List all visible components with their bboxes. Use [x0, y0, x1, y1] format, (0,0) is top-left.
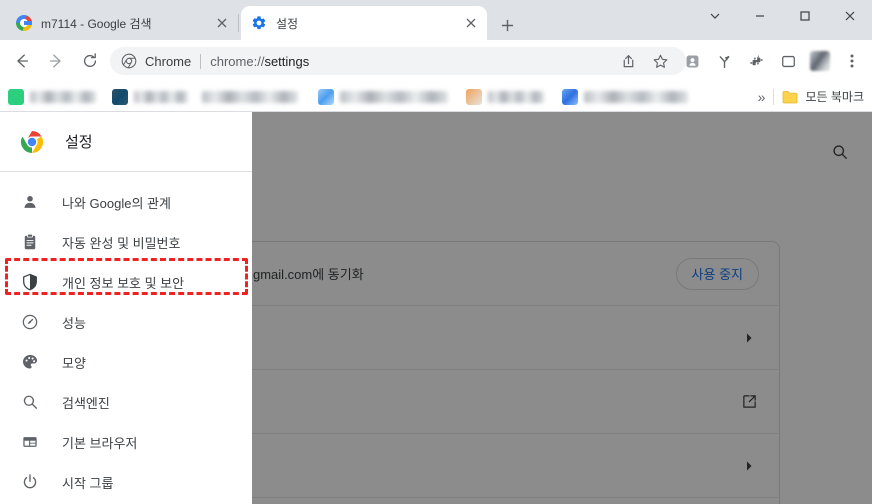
extensions-puzzle-icon[interactable] — [742, 47, 770, 75]
close-icon[interactable] — [211, 12, 233, 34]
toolbar-actions — [612, 47, 868, 75]
profile-avatar[interactable] — [806, 47, 834, 75]
gear-icon — [251, 15, 267, 31]
sidebar-item-label: 시작 그룹 — [62, 475, 114, 491]
bookmark-label-redacted — [340, 90, 448, 103]
sidebar-item-label: 검색엔진 — [62, 395, 110, 411]
settings-header: 설정 — [0, 112, 252, 172]
all-bookmarks-label: 모든 북마크 — [805, 90, 864, 104]
sidebar-item-appearance[interactable]: 모양 — [0, 342, 252, 382]
share-icon[interactable] — [614, 47, 642, 75]
bookmark-label-redacted — [584, 90, 688, 103]
overflow-chevrons: » — [757, 88, 766, 105]
bookmark-item[interactable] — [318, 88, 448, 105]
bookmark-favicon — [562, 88, 578, 105]
omnibox-url: chrome://settings — [210, 54, 309, 69]
url-prefix: chrome:// — [210, 53, 265, 69]
bookmarks-bar: » 모든 북마크 — [0, 82, 872, 112]
speedometer-icon — [20, 312, 40, 332]
sidebar-item-privacy-security[interactable]: 개인 정보 보호 및 보안 — [0, 262, 252, 302]
sidebar-item-label: 나와 Google의 관계 — [62, 195, 171, 211]
bookmark-favicon — [8, 88, 24, 105]
browser-window: m7114 - Google 검색 설정 Chrome chrome://set… — [0, 0, 872, 504]
palette-icon — [20, 352, 40, 372]
tab-separator — [238, 14, 239, 32]
url-path: settings — [264, 53, 310, 69]
sidebar-item-search-engine[interactable]: 검색엔진 — [0, 382, 252, 422]
bookmarks-overflow[interactable]: » 모든 북마크 — [758, 88, 872, 105]
bookmark-item[interactable] — [466, 88, 544, 105]
google-icon — [16, 15, 32, 31]
page-title: 설정 — [65, 134, 93, 151]
tab-strip: m7114 - Google 검색 설정 — [0, 0, 872, 40]
omnibox-chip: Chrome — [145, 53, 192, 69]
save-to-drive-icon[interactable] — [678, 47, 706, 75]
bookmark-favicon — [466, 88, 482, 105]
all-bookmarks-button[interactable]: 모든 북마크 — [782, 88, 864, 105]
settings-page: gmail.com에 동기화 사용 중지 설정 나와 Google의 관계 자동… — [0, 112, 872, 504]
tab-settings[interactable]: 설정 — [241, 6, 487, 40]
bookmark-label-redacted — [488, 90, 544, 103]
folder-icon — [782, 90, 798, 104]
settings-nav-list: 나와 Google의 관계 자동 완성 및 비밀번호 개인 정보 보호 및 보안… — [0, 172, 252, 502]
tab-title: m7114 - Google 검색 — [41, 16, 152, 31]
shield-icon — [20, 272, 40, 292]
sidebar-item-performance[interactable]: 성능 — [0, 302, 252, 342]
address-bar[interactable]: Chrome chrome://settings — [110, 47, 686, 75]
omnibox-divider — [200, 53, 202, 69]
bookmark-item[interactable] — [562, 88, 688, 105]
sidebar-item-label: 개인 정보 보호 및 보안 — [62, 275, 185, 291]
side-panel-icon[interactable] — [774, 47, 802, 75]
search-icon — [20, 392, 40, 412]
chrome-logo — [20, 130, 44, 154]
browser-toolbar: Chrome chrome://settings — [0, 40, 872, 82]
reload-icon[interactable] — [76, 47, 104, 75]
minimize-button[interactable] — [737, 0, 782, 32]
bookmark-label-redacted — [202, 90, 298, 103]
bookmark-favicon — [318, 88, 334, 105]
bookmark-favicon — [112, 88, 128, 105]
sidebar-item-label: 모양 — [62, 355, 86, 371]
bookmark-item[interactable] — [112, 88, 188, 105]
close-icon[interactable] — [460, 12, 482, 34]
page-dim-overlay — [252, 112, 872, 504]
window-controls — [692, 0, 872, 32]
bookmark-item[interactable] — [202, 90, 298, 103]
sidebar-item-label: 기본 브라우저 — [62, 435, 138, 451]
tab-google-search[interactable]: m7114 - Google 검색 — [6, 6, 238, 40]
bookmark-label-redacted — [30, 90, 96, 103]
back-icon[interactable] — [8, 47, 36, 75]
sidebar-item-on-startup[interactable]: 시작 그룹 — [0, 462, 252, 502]
browser-window-icon — [20, 432, 40, 452]
maximize-button[interactable] — [782, 0, 827, 32]
new-tab-button[interactable] — [494, 12, 520, 38]
sidebar-item-default-browser[interactable]: 기본 브라우저 — [0, 422, 252, 462]
close-button[interactable] — [827, 0, 872, 32]
sidebar-item-you-and-google[interactable]: 나와 Google의 관계 — [0, 182, 252, 222]
forward-icon[interactable] — [42, 47, 70, 75]
clipboard-icon — [20, 232, 40, 252]
bookmark-star-icon[interactable] — [646, 47, 674, 75]
power-icon — [20, 472, 40, 492]
sidebar-item-label: 자동 완성 및 비밀번호 — [62, 235, 181, 251]
sidebar-item-label: 성능 — [62, 315, 86, 331]
branch-icon[interactable] — [710, 47, 738, 75]
tab-search-button[interactable] — [692, 0, 737, 32]
chrome-icon — [121, 53, 137, 69]
bookmark-item[interactable] — [8, 88, 96, 105]
chrome-menu-icon[interactable] — [838, 47, 866, 75]
settings-sidebar: 설정 나와 Google의 관계 자동 완성 및 비밀번호 개인 정보 보호 및… — [0, 112, 252, 504]
bookmark-label-redacted — [134, 90, 188, 103]
sidebar-item-autofill-passwords[interactable]: 자동 완성 및 비밀번호 — [0, 222, 252, 262]
bookmarks-separator — [773, 88, 775, 105]
tab-title: 설정 — [276, 16, 299, 31]
person-icon — [20, 192, 40, 212]
